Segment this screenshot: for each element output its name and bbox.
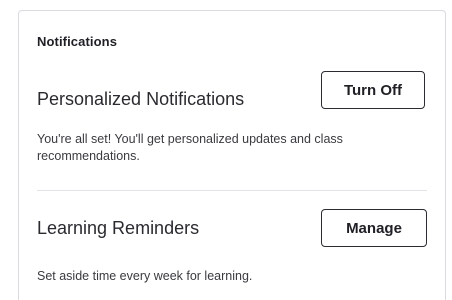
personalized-notifications-label: Personalized Notifications <box>37 89 245 109</box>
personalized-notifications-description: You're all set! You'll get personalized … <box>37 132 343 163</box>
notifications-card: Notifications Personalized Notifications… <box>18 10 446 300</box>
manage-button[interactable]: Manage <box>321 209 427 247</box>
turn-off-button[interactable]: Turn Off <box>321 71 425 109</box>
section-title: Notifications <box>37 34 118 49</box>
learning-reminders-description: Set aside time every week for learning. <box>37 269 253 283</box>
learning-reminders-label: Learning Reminders <box>37 218 200 238</box>
divider <box>37 190 427 191</box>
